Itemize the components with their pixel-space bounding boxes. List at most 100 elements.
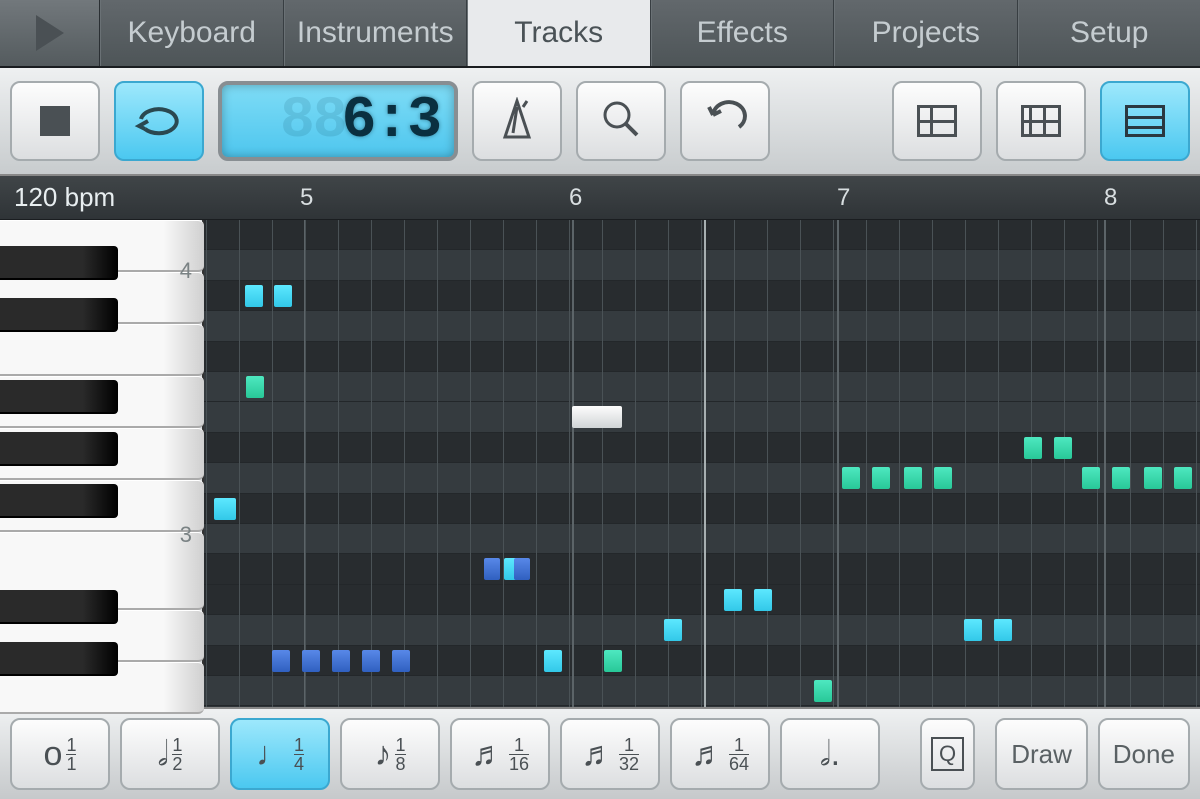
tab-effects[interactable]: Effects — [651, 0, 835, 66]
black-key[interactable] — [0, 298, 118, 332]
note[interactable] — [724, 589, 742, 611]
note[interactable] — [872, 467, 890, 489]
note-icon: o — [44, 737, 63, 771]
grid-line — [305, 220, 306, 707]
note[interactable] — [514, 558, 530, 580]
note[interactable] — [842, 467, 860, 489]
view-grid2-button[interactable] — [996, 81, 1086, 161]
note[interactable] — [302, 650, 320, 672]
fraction-label: 116 — [509, 736, 529, 773]
note-grid[interactable] — [204, 220, 1200, 707]
black-key[interactable] — [0, 642, 118, 676]
piano-keys[interactable]: 43 — [0, 220, 204, 707]
done-button[interactable]: Done — [1098, 718, 1190, 790]
note[interactable] — [246, 376, 264, 398]
note[interactable] — [1082, 467, 1100, 489]
position-display[interactable]: 88 6:3 — [218, 81, 458, 161]
note-length-button[interactable]: o11 — [10, 718, 110, 790]
octave-label: 3 — [180, 522, 192, 548]
black-key[interactable] — [0, 246, 118, 280]
note-length-button[interactable]: ♪18 — [340, 718, 440, 790]
note[interactable] — [664, 619, 682, 641]
zoom-button[interactable] — [576, 81, 666, 161]
note-length-button[interactable]: 𝅗𝅥. — [780, 718, 880, 790]
grid-icon — [917, 105, 957, 137]
tab-instruments[interactable]: Instruments — [284, 0, 468, 66]
note[interactable] — [814, 680, 832, 702]
ruler-mark: 7 — [837, 184, 850, 212]
note-length-button[interactable]: ♩14 — [230, 718, 330, 790]
note[interactable] — [1174, 467, 1192, 489]
fraction-label: 11 — [66, 736, 76, 773]
note[interactable] — [245, 285, 263, 307]
note[interactable] — [994, 619, 1012, 641]
metronome-button[interactable] — [472, 81, 562, 161]
grid-row — [204, 524, 1200, 554]
metronome-icon — [495, 97, 539, 146]
loop-button[interactable] — [114, 81, 204, 161]
bottom-toolbar: o11𝅗𝅥12♩14♪18♬116♬132♬164𝅗𝅥. Q Draw Done — [0, 707, 1200, 799]
grid-line — [1163, 220, 1164, 707]
grid-row — [204, 372, 1200, 402]
tab-tracks[interactable]: Tracks — [467, 0, 651, 66]
note[interactable] — [964, 619, 982, 641]
grid-line — [239, 220, 240, 707]
note[interactable] — [272, 650, 290, 672]
note[interactable] — [544, 650, 562, 672]
lcd-value: 6:3 — [342, 89, 440, 154]
ruler[interactable]: 5 6 7 8 — [204, 176, 1200, 219]
fraction-label: 18 — [395, 736, 405, 773]
note[interactable] — [274, 285, 292, 307]
note[interactable] — [904, 467, 922, 489]
view-grid3-button[interactable] — [1100, 81, 1190, 161]
black-key[interactable] — [0, 590, 118, 624]
bar-line — [1104, 220, 1106, 707]
grid-line — [1130, 220, 1131, 707]
grid-line — [767, 220, 768, 707]
note[interactable] — [1144, 467, 1162, 489]
bpm-label[interactable]: 120 bpm — [0, 182, 204, 213]
note[interactable] — [572, 406, 622, 428]
grid-row — [204, 646, 1200, 676]
note-icon: ♩ — [256, 737, 290, 771]
octave-label: 4 — [180, 258, 192, 284]
stop-button[interactable] — [10, 81, 100, 161]
note[interactable] — [934, 467, 952, 489]
note[interactable] — [214, 498, 236, 520]
note[interactable] — [484, 558, 500, 580]
ruler-bar: 120 bpm 5 6 7 8 — [0, 176, 1200, 220]
note[interactable] — [1112, 467, 1130, 489]
quantize-button[interactable]: Q — [920, 718, 976, 790]
fraction-label: 164 — [729, 736, 749, 773]
tab-projects[interactable]: Projects — [834, 0, 1018, 66]
black-key[interactable] — [0, 484, 118, 518]
note-length-button[interactable]: ♬132 — [560, 718, 660, 790]
fraction-label: 132 — [619, 736, 639, 773]
tab-keyboard[interactable]: Keyboard — [100, 0, 284, 66]
main-tabs: Keyboard Instruments Tracks Effects Proj… — [0, 0, 1200, 68]
draw-button[interactable]: Draw — [995, 718, 1087, 790]
note[interactable] — [1054, 437, 1072, 459]
grid-row — [204, 281, 1200, 311]
note[interactable] — [754, 589, 772, 611]
playhead[interactable] — [704, 220, 706, 707]
search-icon — [599, 97, 643, 146]
note-length-button[interactable]: 𝅗𝅥12 — [120, 718, 220, 790]
grid-line — [1097, 220, 1098, 707]
note-length-button[interactable]: ♬116 — [450, 718, 550, 790]
undo-icon — [703, 97, 747, 146]
note[interactable] — [332, 650, 350, 672]
play-button[interactable] — [0, 0, 100, 66]
tab-setup[interactable]: Setup — [1018, 0, 1200, 66]
view-grid1-button[interactable] — [892, 81, 982, 161]
black-key[interactable] — [0, 380, 118, 414]
note[interactable] — [392, 650, 410, 672]
note-length-button[interactable]: ♬164 — [670, 718, 770, 790]
grid-line — [536, 220, 537, 707]
black-key[interactable] — [0, 432, 118, 466]
note[interactable] — [362, 650, 380, 672]
note[interactable] — [604, 650, 622, 672]
note[interactable] — [1024, 437, 1042, 459]
grid-icon — [1021, 105, 1061, 137]
undo-button[interactable] — [680, 81, 770, 161]
